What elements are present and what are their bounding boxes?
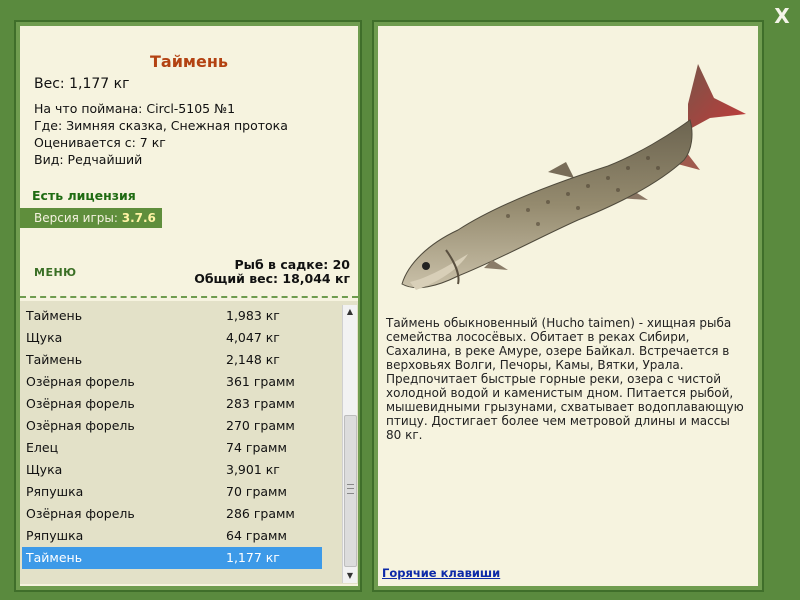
catch-list-item[interactable]: Ряпушка 70 грамм	[22, 481, 322, 503]
divider	[20, 296, 358, 298]
detail-location: Где: Зимняя сказка, Снежная протока	[34, 117, 288, 134]
catch-fish-weight: 270 грамм	[226, 418, 295, 433]
scroll-thumb[interactable]	[344, 415, 357, 567]
catch-list-item[interactable]: Елец 74 грамм	[22, 437, 322, 459]
catch-list-item[interactable]: Таймень 1,983 кг	[22, 305, 322, 327]
catch-list-item[interactable]: Озёрная форель 361 грамм	[22, 371, 322, 393]
catch-fish-weight: 3,901 кг	[226, 462, 280, 477]
arrow-down-icon[interactable]: ▼	[343, 569, 357, 583]
catch-fish-name: Таймень	[26, 352, 83, 367]
total-weight-value: 18,044 кг	[282, 271, 350, 286]
grip-icon	[347, 484, 354, 494]
close-button[interactable]: X	[772, 6, 792, 26]
cage-count-label: Рыб в садке:	[234, 257, 329, 272]
right-panel-content: Таймень обыкновенный (Hucho taimen) - хи…	[378, 26, 758, 586]
menu-button[interactable]: МЕНЮ	[34, 266, 77, 279]
detail-label: Вид:	[34, 152, 64, 167]
detail-value: Circl-5105 №1	[146, 101, 236, 116]
hotkeys-link[interactable]: Горячие клавиши	[382, 566, 500, 580]
fish-title: Таймень	[149, 52, 229, 71]
catch-fish-weight: 64 грамм	[226, 528, 287, 543]
catch-fish-name: Ряпушка	[26, 484, 84, 499]
catch-list-item[interactable]: Щука 4,047 кг	[22, 327, 322, 349]
catch-list-item[interactable]: Озёрная форель 286 грамм	[22, 503, 322, 525]
catch-fish-weight: 2,148 кг	[226, 352, 280, 367]
catch-fish-name: Щука	[26, 462, 63, 477]
catch-fish-name: Елец	[26, 440, 59, 455]
taimen-fish-image	[401, 64, 746, 290]
catch-fish-name: Озёрная форель	[26, 506, 135, 521]
fish-details: На что поймана: Circl-5105 №1 Где: Зимня…	[34, 100, 288, 168]
catch-fish-weight: 283 грамм	[226, 396, 295, 411]
version-label: Версия игры:	[34, 211, 118, 225]
detail-rarity: Вид: Редчайший	[34, 151, 288, 168]
catch-fish-weight: 74 грамм	[226, 440, 287, 455]
catch-list-item[interactable]: Озёрная форель 283 грамм	[22, 393, 322, 415]
cage-count-value: 20	[332, 257, 350, 272]
total-weight-label: Общий вес:	[194, 271, 279, 286]
right-panel: Таймень обыкновенный (Hucho taimen) - хи…	[372, 20, 764, 592]
catch-list-rows: Таймень 1,983 кг Щука 4,047 кг Таймень 2,148 …	[22, 305, 322, 569]
arrow-up-icon[interactable]: ▲	[343, 305, 357, 319]
detail-rated-from: Оценивается с: 7 кг	[34, 134, 288, 151]
catch-fish-weight: 1,177 кг	[226, 550, 280, 565]
catch-fish-name: Таймень	[26, 308, 83, 323]
fish-weight: Вес: 1,177 кг	[34, 76, 129, 92]
catch-fish-weight: 4,047 кг	[226, 330, 280, 345]
catch-fish-name: Щука	[26, 330, 63, 345]
catch-list: Таймень 1,983 кг Щука 4,047 кг Таймень 2,148 …	[20, 301, 358, 584]
scrollbar[interactable]: ▲ ▼	[342, 305, 357, 583]
weight-label: Вес:	[34, 76, 65, 92]
cage-stats: Рыб в садке: 20 Общий вес: 18,044 кг	[194, 258, 350, 286]
catch-fish-weight: 361 грамм	[226, 374, 295, 389]
detail-value: Редчайший	[67, 152, 143, 167]
weight-value: 1,177 кг	[69, 76, 130, 92]
catch-fish-name: Озёрная форель	[26, 396, 135, 411]
detail-bait: На что поймана: Circl-5105 №1	[34, 100, 288, 117]
catch-fish-name: Таймень	[26, 550, 83, 565]
catch-fish-weight: 286 грамм	[226, 506, 295, 521]
detail-value: 7 кг	[139, 135, 166, 150]
fish-info-window: X Таймень Вес: 1,177 кг На что поймана: …	[0, 0, 800, 600]
left-panel: Таймень Вес: 1,177 кг На что поймана: Ci…	[14, 20, 362, 592]
catch-fish-name: Озёрная форель	[26, 418, 135, 433]
catch-fish-weight: 70 грамм	[226, 484, 287, 499]
version-value: 3.7.6	[121, 211, 156, 225]
catch-list-item[interactable]: Таймень 2,148 кг	[22, 349, 322, 371]
catch-fish-name: Ряпушка	[26, 528, 84, 543]
catch-list-item[interactable]: Щука 3,901 кг	[22, 459, 322, 481]
cage-count-row: Рыб в садке: 20	[194, 258, 350, 272]
license-status: Есть лицензия	[32, 188, 136, 203]
total-weight-row: Общий вес: 18,044 кг	[194, 272, 350, 286]
catch-list-item[interactable]: Ряпушка 64 грамм	[22, 525, 322, 547]
catch-list-item[interactable]: Таймень 1,177 кг	[22, 547, 322, 569]
left-panel-content: Таймень Вес: 1,177 кг На что поймана: Ci…	[20, 26, 358, 586]
catch-fish-weight: 1,983 кг	[226, 308, 280, 323]
catch-list-item[interactable]: Озёрная форель 270 грамм	[22, 415, 322, 437]
detail-label: Где:	[34, 118, 63, 133]
detail-value: Зимняя сказка, Снежная протока	[66, 118, 288, 133]
detail-label: Оценивается с:	[34, 135, 136, 150]
version-bar: Версия игры: 3.7.6	[20, 208, 162, 228]
fish-description: Таймень обыкновенный (Hucho taimen) - хи…	[386, 316, 744, 442]
detail-label: На что поймана:	[34, 101, 143, 116]
catch-fish-name: Озёрная форель	[26, 374, 135, 389]
